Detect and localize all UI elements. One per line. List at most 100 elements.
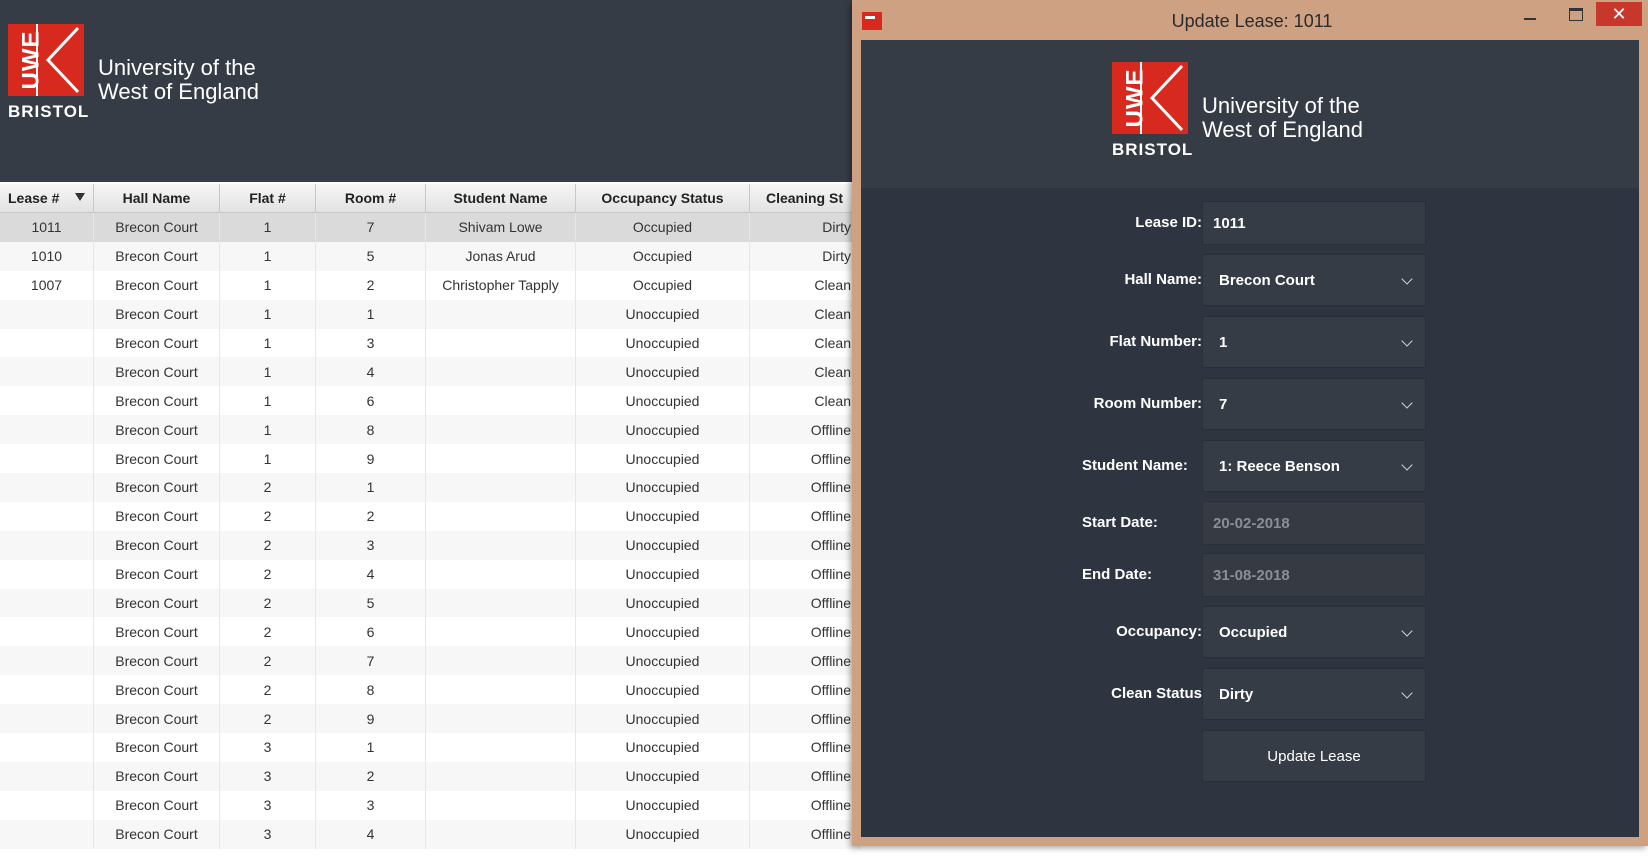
occupancy-select[interactable]: Occupied xyxy=(1202,606,1426,658)
table-row[interactable]: 1011 Brecon Court 1 7 Shivam Lowe Occupied Dir… xyxy=(0,213,860,242)
table-row[interactable]: Brecon Court 1 3 Unoccupied Clean xyxy=(0,328,860,358)
table-row[interactable]: Brecon Court 2 5 Unoccupied Offline xyxy=(0,588,860,618)
table-cell: 6 xyxy=(316,617,426,647)
dialog-content: UWE BRISTOL University of the West of En… xyxy=(861,40,1639,837)
update-lease-button[interactable]: Update Lease xyxy=(1202,730,1426,782)
table-row[interactable]: 1007 Brecon Court 1 2 Christopher Tapply Occu… xyxy=(0,270,860,300)
table-row[interactable]: Brecon Court 1 4 Unoccupied Clean xyxy=(0,357,860,387)
table-row[interactable]: Brecon Court 3 1 Unoccupied Offline xyxy=(0,733,860,762)
student-name-label: Student Name: xyxy=(1082,457,1188,474)
table-cell: Brecon Court xyxy=(94,617,220,647)
maximize-button[interactable] xyxy=(1556,2,1596,26)
table-cell xyxy=(0,675,94,705)
table-cell: Unoccupied xyxy=(576,761,750,791)
table-row[interactable]: Brecon Court 1 6 Unoccupied Clean xyxy=(0,386,860,416)
table-cell: Brecon Court xyxy=(94,761,220,791)
minimize-button[interactable] xyxy=(1510,2,1550,26)
column-header[interactable]: Student Name xyxy=(426,184,576,212)
table-cell: 1011 xyxy=(0,213,94,242)
table-cell: 2 xyxy=(220,559,316,589)
column-header[interactable]: Room # xyxy=(316,184,426,212)
table-cell xyxy=(0,299,94,329)
end-date-field[interactable]: 31-08-2018 xyxy=(1202,553,1426,597)
table-cell: Offline xyxy=(750,790,860,820)
dialog-titlebar[interactable]: Update Lease: 1011 ✕ xyxy=(852,0,1648,40)
table-cell: 4 xyxy=(316,357,426,387)
column-header[interactable]: Cleaning St xyxy=(750,184,860,212)
table-cell: Brecon Court xyxy=(94,646,220,676)
table-row[interactable]: Brecon Court 2 9 Unoccupied Offline xyxy=(0,704,860,734)
table-row[interactable]: Brecon Court 2 7 Unoccupied Offline xyxy=(0,646,860,676)
table-body: 1011 Brecon Court 1 7 Shivam Lowe Occupied Dir… xyxy=(0,213,860,849)
table-cell: 3 xyxy=(316,530,426,560)
table-cell xyxy=(0,328,94,358)
table-cell: Offline xyxy=(750,617,860,647)
table-cell: Offline xyxy=(750,704,860,734)
table-row[interactable]: Brecon Court 1 8 Unoccupied Offline xyxy=(0,415,860,445)
room-number-value: 7 xyxy=(1219,395,1228,413)
student-name-select[interactable]: 1: Reece Benson xyxy=(1202,440,1426,492)
dialog-university-name: University of the West of England xyxy=(1202,93,1364,142)
table-cell xyxy=(0,357,94,387)
student-name-value: 1: Reece Benson xyxy=(1219,457,1340,475)
table-row[interactable]: Brecon Court 2 6 Unoccupied Offline xyxy=(0,617,860,647)
table-cell: Unoccupied xyxy=(576,733,750,762)
table-cell: Unoccupied xyxy=(576,675,750,705)
table-cell: 4 xyxy=(316,819,426,849)
occupancy-value: Occupied xyxy=(1219,623,1288,641)
table-cell xyxy=(426,415,576,445)
university-name: University of the West of England xyxy=(98,55,260,104)
table-cell xyxy=(0,819,94,849)
flat-number-select[interactable]: 1 xyxy=(1202,316,1426,368)
table-cell: 2 xyxy=(316,501,426,531)
table-row[interactable]: Brecon Court 1 9 Unoccupied Offline xyxy=(0,444,860,474)
start-date-field[interactable]: 20-02-2018 xyxy=(1202,501,1426,545)
table-row[interactable]: Brecon Court 3 2 Unoccupied Offline xyxy=(0,761,860,791)
table-row[interactable]: Brecon Court 3 3 Unoccupied Offline xyxy=(0,790,860,820)
table-row[interactable]: Brecon Court 2 4 Unoccupied Offline xyxy=(0,559,860,589)
table-cell: Brecon Court xyxy=(94,213,220,242)
table-cell: Unoccupied xyxy=(576,588,750,618)
lease-id-row: Lease ID: 1011 xyxy=(861,201,1639,245)
flat-number-row: Flat Number: 1 xyxy=(861,316,1639,368)
table-cell xyxy=(426,704,576,734)
table-cell: Brecon Court xyxy=(94,473,220,502)
column-header[interactable]: Lease # xyxy=(0,184,94,212)
table-cell: Brecon Court xyxy=(94,790,220,820)
table-cell: Brecon Court xyxy=(94,588,220,618)
table-row[interactable]: Brecon Court 2 3 Unoccupied Offline xyxy=(0,530,860,560)
table-row[interactable]: Brecon Court 2 2 Unoccupied Offline xyxy=(0,501,860,531)
clean-status-select[interactable]: Dirty xyxy=(1202,668,1426,720)
close-button[interactable]: ✕ xyxy=(1596,2,1642,26)
table-cell: 1 xyxy=(220,444,316,474)
table-cell xyxy=(0,415,94,445)
table-cell: 2 xyxy=(220,530,316,560)
room-number-select[interactable]: 7 xyxy=(1202,378,1426,430)
table-cell xyxy=(0,761,94,791)
hall-name-select[interactable]: Brecon Court xyxy=(1202,254,1426,306)
table-row[interactable]: Brecon Court 2 8 Unoccupied Offline xyxy=(0,675,860,705)
table-cell: 3 xyxy=(220,761,316,791)
column-header[interactable]: Hall Name xyxy=(94,184,220,212)
table-cell: 1 xyxy=(316,473,426,502)
table-cell xyxy=(0,588,94,618)
table-cell: 1 xyxy=(220,386,316,416)
table-cell xyxy=(426,501,576,531)
column-header[interactable]: Occupancy Status xyxy=(576,184,750,212)
table-cell: 1 xyxy=(220,213,316,242)
uwe-mark: UWE BRISTOL xyxy=(8,24,88,121)
table-cell: Dirty xyxy=(750,213,860,242)
clean-status-value: Dirty xyxy=(1219,685,1254,703)
table-row[interactable]: 1010 Brecon Court 1 5 Jonas Arud Occupied Dirt… xyxy=(0,241,860,271)
table-cell: 4 xyxy=(316,559,426,589)
table-cell: 2 xyxy=(316,761,426,791)
lease-id-field[interactable]: 1011 xyxy=(1202,201,1426,245)
table-cell xyxy=(0,790,94,820)
table-row[interactable]: Brecon Court 1 1 Unoccupied Clean xyxy=(0,299,860,329)
table-row[interactable]: Brecon Court 2 1 Unoccupied Offline xyxy=(0,473,860,502)
table-cell: 9 xyxy=(316,704,426,734)
table-row[interactable]: Brecon Court 3 4 Unoccupied Offline xyxy=(0,819,860,849)
column-header[interactable]: Flat # xyxy=(220,184,316,212)
table-cell: 1010 xyxy=(0,241,94,271)
table-cell: Clean xyxy=(750,299,860,329)
